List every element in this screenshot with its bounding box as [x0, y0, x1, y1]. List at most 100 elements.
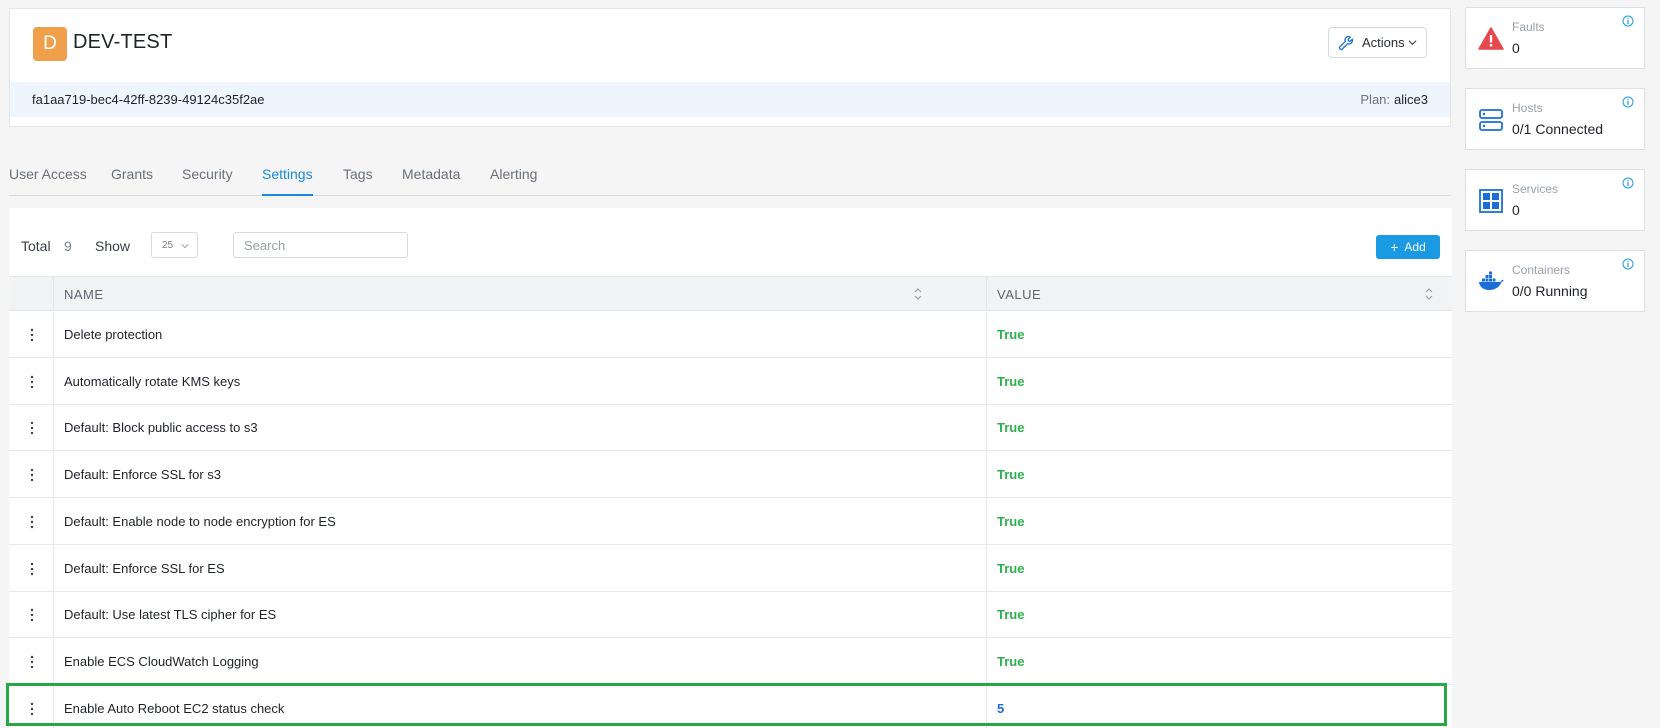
show-label: Show: [95, 238, 131, 254]
row-menu-icon[interactable]: [24, 373, 40, 391]
sort-icon[interactable]: [913, 287, 923, 301]
wrench-icon: [1338, 35, 1354, 50]
row-menu-icon[interactable]: [24, 653, 40, 671]
faults-label: Faults: [1512, 20, 1545, 34]
plan-info: Plan: alice3: [1360, 92, 1428, 107]
grid-icon: [1479, 189, 1503, 213]
search-input[interactable]: [233, 232, 408, 258]
row-menu-icon[interactable]: [24, 560, 40, 578]
services-card[interactable]: Services 0: [1465, 169, 1645, 231]
column-divider: [986, 545, 987, 591]
table-row[interactable]: Automatically rotate KMS keys True: [9, 358, 1452, 405]
tenant-avatar: D: [33, 27, 67, 61]
table-header: NAME VALUE: [9, 276, 1452, 311]
table-row[interactable]: Enable Auto Reboot EC2 status check 5: [9, 685, 1452, 728]
containers-card[interactable]: Containers 0/0 Running: [1465, 250, 1645, 312]
total-label: Total: [21, 238, 51, 254]
info-icon[interactable]: [1622, 15, 1634, 27]
docker-icon: [1479, 271, 1504, 290]
setting-name: Automatically rotate KMS keys: [64, 373, 241, 389]
actions-button-label: Actions: [1362, 35, 1405, 50]
tab-metadata[interactable]: Metadata: [402, 166, 460, 196]
column-divider: [986, 358, 987, 404]
column-divider: [53, 452, 54, 498]
column-divider: [986, 638, 987, 684]
column-divider: [986, 685, 987, 728]
faults-value: 0: [1512, 40, 1520, 56]
table-row[interactable]: Default: Block public access to s3 True: [9, 405, 1452, 452]
info-icon[interactable]: [1622, 258, 1634, 270]
column-divider: [986, 592, 987, 638]
column-divider: [53, 405, 54, 451]
column-divider: [53, 545, 54, 591]
table-row[interactable]: Default: Enable node to node encryption …: [9, 498, 1452, 545]
chevron-down-icon: [181, 244, 189, 249]
services-value: 0: [1512, 202, 1520, 218]
row-menu-icon[interactable]: [24, 326, 40, 344]
column-divider: [986, 312, 987, 357]
page-size-select[interactable]: 25: [151, 232, 198, 258]
setting-value: True: [997, 420, 1025, 436]
hosts-card[interactable]: Hosts 0/1 Connected: [1465, 88, 1645, 150]
sort-icon[interactable]: [1424, 287, 1434, 301]
tenant-info-strip: fa1aa719-bec4-42ff-8239-49124c35f2ae Pla…: [10, 82, 1450, 117]
table-row[interactable]: Default: Enforce SSL for ES True: [9, 545, 1452, 592]
column-divider: [986, 452, 987, 498]
actions-button[interactable]: Actions: [1328, 27, 1427, 58]
setting-name: Enable ECS CloudWatch Logging: [64, 653, 259, 669]
setting-name: Default: Enforce SSL for ES: [64, 560, 225, 576]
containers-value: 0/0 Running: [1512, 283, 1588, 299]
tab-alerting[interactable]: Alerting: [490, 166, 537, 196]
setting-name: Enable Auto Reboot EC2 status check: [64, 700, 285, 716]
tenant-header-card: D DEV-TEST Actions fa1aa719-bec4-42ff-82…: [9, 8, 1451, 127]
table-row[interactable]: Default: Use latest TLS cipher for ES Tru…: [9, 592, 1452, 639]
setting-name: Delete protection: [64, 327, 163, 342]
info-icon[interactable]: [1622, 177, 1634, 189]
total-count: 9: [64, 238, 72, 254]
column-header-name[interactable]: NAME: [64, 287, 104, 302]
table-row[interactable]: Default: Enforce SSL for s3 True: [9, 452, 1452, 499]
setting-value: True: [997, 513, 1025, 529]
tenant-header-top: D DEV-TEST Actions: [10, 9, 1450, 82]
column-header-value[interactable]: VALUE: [997, 287, 1041, 302]
setting-value: True: [997, 607, 1025, 623]
table-row[interactable]: Delete protection True: [9, 312, 1452, 358]
setting-name: Default: Use latest TLS cipher for ES: [64, 607, 277, 623]
row-menu-icon[interactable]: [24, 419, 40, 437]
tab-grants[interactable]: Grants: [111, 166, 153, 196]
row-menu-icon[interactable]: [24, 466, 40, 484]
setting-name: Default: Block public access to s3: [64, 420, 258, 436]
tab-settings[interactable]: Settings: [262, 166, 313, 196]
column-divider: [986, 498, 987, 544]
add-button-label: Add: [1404, 240, 1426, 254]
hosts-value: 0/1 Connected: [1512, 121, 1604, 137]
setting-value: True: [997, 560, 1025, 576]
row-menu-icon[interactable]: [24, 606, 40, 624]
add-button[interactable]: + Add: [1376, 235, 1440, 259]
tab-tags[interactable]: Tags: [343, 166, 373, 196]
column-divider: [53, 638, 54, 684]
row-menu-icon[interactable]: [24, 513, 40, 531]
setting-value: 5: [997, 700, 1005, 716]
chevron-down-icon: [1408, 40, 1417, 46]
hosts-label: Hosts: [1512, 101, 1543, 115]
tenant-name: DEV-TEST: [73, 31, 173, 53]
tab-bar: User Access Grants Security Settings Tag…: [9, 156, 1451, 196]
tenant-id: fa1aa719-bec4-42ff-8239-49124c35f2ae: [32, 92, 265, 107]
warning-icon: [1478, 27, 1504, 50]
settings-table-card: Total 9 Show 25 + Add NAME VALUE Delete …: [9, 208, 1452, 728]
tab-security[interactable]: Security: [182, 166, 233, 196]
setting-value: True: [997, 327, 1025, 342]
info-icon[interactable]: [1622, 96, 1634, 108]
services-label: Services: [1512, 182, 1559, 196]
faults-card[interactable]: Faults 0: [1465, 7, 1645, 69]
column-divider: [986, 277, 987, 310]
row-menu-icon[interactable]: [24, 700, 40, 718]
server-icon: [1479, 109, 1503, 131]
table-row[interactable]: Enable ECS CloudWatch Logging True: [9, 638, 1452, 685]
tab-user-access[interactable]: User Access: [9, 166, 87, 196]
column-divider: [53, 592, 54, 638]
column-divider: [53, 498, 54, 544]
column-divider: [53, 312, 54, 357]
setting-name: Default: Enable node to node encryption …: [64, 513, 336, 529]
